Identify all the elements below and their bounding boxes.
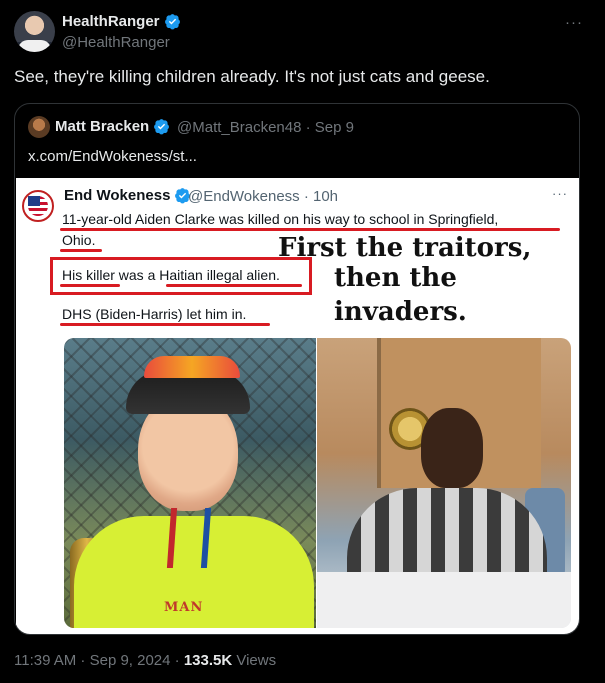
author-name[interactable]: HealthRanger <box>62 13 181 30</box>
embedded-author-avatar <box>22 190 54 222</box>
views-count: 133.5K <box>183 652 233 669</box>
more-options-icon[interactable]: ··· <box>565 14 583 31</box>
embedded-author-name: End Wokeness <box>64 187 191 204</box>
red-underline <box>60 249 102 252</box>
embedded-text-line-1: 11-year-old Aiden Clarke was killed on h… <box>62 211 499 227</box>
red-underline <box>60 284 120 287</box>
shirt-text: MAN <box>164 600 204 615</box>
courtroom-bench <box>317 572 571 628</box>
medal-ribbon <box>166 508 212 568</box>
embedded-author-handle: @EndWokeness · 10h <box>188 188 339 205</box>
embedded-text-line-3: His killer was a Haitian illegal alien. <box>62 267 280 283</box>
timestamp[interactable]: 11:39 AM · Sep 9, 2024 · <box>14 652 184 669</box>
author-avatar[interactable] <box>14 11 55 52</box>
quoted-tweet[interactable]: Matt Bracken @Matt_Bracken48 · Sep 9 x.c… <box>14 103 580 635</box>
embedded-author-name-text: End Wokeness <box>64 187 171 204</box>
red-underline <box>166 284 302 287</box>
author-name-text[interactable]: HealthRanger <box>62 13 160 30</box>
embedded-text-line-2: Ohio. <box>62 232 96 248</box>
boy-sunglasses <box>144 356 240 378</box>
overlay-caption-line-3: invaders. <box>334 297 467 327</box>
views-label: Views <box>232 652 277 669</box>
quote-author-name[interactable]: Matt Bracken <box>55 118 170 135</box>
red-underline <box>60 228 560 231</box>
quote-link[interactable]: x.com/EndWokeness/st... <box>28 148 197 165</box>
quote-author-name-text[interactable]: Matt Bracken <box>55 118 149 135</box>
flag-canton <box>28 196 40 206</box>
verified-badge-icon <box>164 14 180 30</box>
overlay-caption-line-2: then the <box>334 263 457 293</box>
photo-right-man <box>317 338 571 628</box>
author-handle[interactable]: @HealthRanger <box>62 34 170 51</box>
quote-author-handle[interactable]: @Matt_Bracken48 · Sep 9 <box>177 119 354 136</box>
quote-author-avatar[interactable] <box>28 116 50 138</box>
red-underline <box>60 323 270 326</box>
tweet-text: See, they're killing children already. I… <box>14 67 490 86</box>
more-options-icon: ··· <box>552 186 568 201</box>
embedded-text-line-4: DHS (Biden-Harris) let him in. <box>62 306 247 322</box>
verified-badge-icon <box>154 119 170 135</box>
embedded-screenshot-image[interactable]: End Wokeness @EndWokeness · 10h ··· 11-y… <box>16 178 579 634</box>
overlay-caption-line-1: First the traitors, <box>278 233 532 263</box>
tweet-footer: 11:39 AM · Sep 9, 2024 · 133.5K Views <box>14 652 276 669</box>
photo-left-boy: MAN <box>64 338 316 628</box>
avatar-shirt <box>18 40 51 52</box>
man-head <box>421 408 483 488</box>
